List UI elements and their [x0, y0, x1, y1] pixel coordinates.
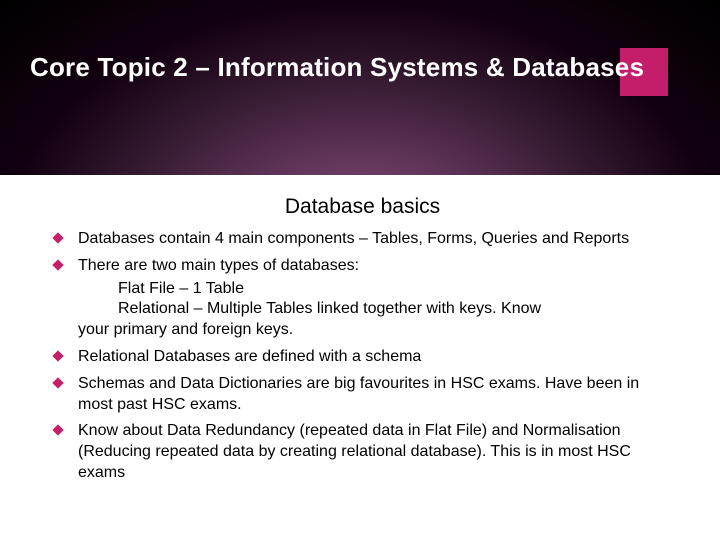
- list-item: Schemas and Data Dictionaries are big fa…: [50, 374, 675, 416]
- bullet-list: Databases contain 4 main components – Ta…: [50, 229, 675, 484]
- diamond-bullet-icon: [52, 232, 63, 243]
- sub-line: your primary and foreign keys.: [78, 320, 675, 341]
- bullet-text: Relational Databases are defined with a …: [78, 348, 421, 365]
- sub-line: Relational – Multiple Tables linked toge…: [78, 299, 675, 320]
- slide-title: Core Topic 2 – Information Systems & Dat…: [30, 52, 644, 83]
- list-item: Relational Databases are defined with a …: [50, 347, 675, 368]
- diamond-bullet-icon: [52, 259, 63, 270]
- bullet-text: Schemas and Data Dictionaries are big fa…: [78, 375, 639, 413]
- subtitle: Database basics: [50, 195, 675, 219]
- sub-lines: Flat File – 1 Table Relational – Multipl…: [78, 279, 675, 341]
- list-item: Databases contain 4 main components – Ta…: [50, 229, 675, 250]
- header-banner: Core Topic 2 – Information Systems & Dat…: [0, 0, 720, 175]
- bullet-text: There are two main types of databases:: [78, 257, 359, 274]
- list-item: There are two main types of databases: F…: [50, 256, 675, 341]
- sub-line: Flat File – 1 Table: [78, 279, 675, 300]
- slide: Core Topic 2 – Information Systems & Dat…: [0, 0, 720, 540]
- bullet-text: Databases contain 4 main components – Ta…: [78, 230, 629, 247]
- diamond-bullet-icon: [52, 377, 63, 388]
- content-area: Database basics Databases contain 4 main…: [50, 195, 675, 490]
- diamond-bullet-icon: [52, 425, 63, 436]
- diamond-bullet-icon: [52, 350, 63, 361]
- list-item: Know about Data Redundancy (repeated dat…: [50, 421, 675, 483]
- bullet-text: Know about Data Redundancy (repeated dat…: [78, 422, 631, 481]
